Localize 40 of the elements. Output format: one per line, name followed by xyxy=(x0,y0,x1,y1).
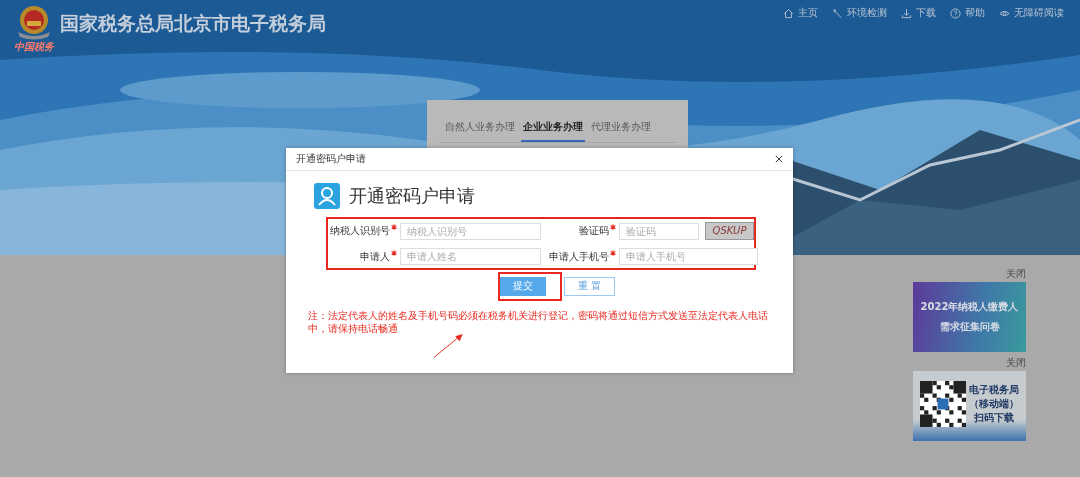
site-title: 国家税务总局北京市电子税务局 xyxy=(60,11,326,36)
qr-code-icon xyxy=(920,381,966,427)
reset-button[interactable]: 重 置 xyxy=(563,276,616,296)
dialog-heading: 开通密码户申请 xyxy=(349,184,475,208)
nav-link[interactable]: 环境检测 xyxy=(832,6,887,20)
logo-caption: 中国税务 xyxy=(14,40,54,54)
login-tab[interactable]: 代理业务办理 xyxy=(589,117,653,142)
close-link[interactable]: 关闭 xyxy=(1006,267,1026,281)
field-label: 验证码 xyxy=(579,224,609,238)
banner-text: （移动端） xyxy=(969,397,1019,411)
survey-banner[interactable]: 2022年纳税人缴费人 需求征集问卷 xyxy=(913,282,1026,352)
download-icon xyxy=(901,7,912,19)
banner-text: 2022年纳税人缴费人 xyxy=(920,300,1019,314)
app-download-banner[interactable]: 电子税务局 （移动端） 扫码下载 xyxy=(913,371,1026,441)
login-tab[interactable]: 企业业务办理 xyxy=(521,117,585,142)
input-field[interactable]: 验证码 xyxy=(619,222,699,240)
banner-text: 扫码下载 xyxy=(974,411,1014,425)
home-icon xyxy=(783,7,794,19)
help-icon xyxy=(950,7,961,19)
dialog-title: 开通密码户申请 xyxy=(296,152,366,166)
close-link[interactable]: 关闭 xyxy=(1006,356,1026,370)
input-field[interactable]: 纳税人识别号 xyxy=(400,222,541,240)
nav-link[interactable]: 下载 xyxy=(901,6,936,20)
close-icon[interactable] xyxy=(775,155,783,163)
submit-button[interactable]: 提交 xyxy=(499,276,546,296)
field-label: 申请人 xyxy=(360,249,390,264)
nav-link[interactable]: 帮助 xyxy=(950,6,985,20)
user-icon xyxy=(314,183,340,209)
banner-text: 电子税务局 xyxy=(969,383,1019,397)
nav-link[interactable]: 主页 xyxy=(783,6,818,20)
banner-text: 需求征集问卷 xyxy=(939,320,1000,334)
input-field[interactable]: 申请人手机号 xyxy=(619,248,758,265)
login-tab[interactable]: 自然人业务办理 xyxy=(443,117,517,142)
note-text: 注：法定代表人的姓名及手机号码必须在税务机关进行登记，密码将通过短信方式发送至法定代表人电话中，请保持电话畅通 xyxy=(308,308,769,335)
captcha-image[interactable]: QSKUP xyxy=(705,222,754,240)
field-label: 申请人手机号 xyxy=(549,249,609,264)
wrench-icon xyxy=(832,7,843,19)
field-label: 纳税人识别号 xyxy=(330,224,390,238)
input-field[interactable]: 申请人姓名 xyxy=(400,248,541,265)
nav-link[interactable]: 无障碍阅读 xyxy=(999,6,1064,20)
